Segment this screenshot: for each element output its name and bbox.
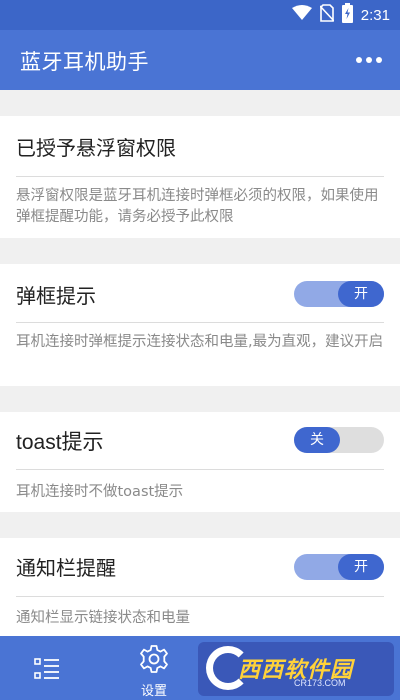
wifi-icon [291,5,312,25]
status-bar: 2:31 [0,0,400,30]
notification-reminder-card: 通知栏提醒 开 通知栏显示链接状态和电量 [0,538,400,636]
more-options-button[interactable] [354,48,384,72]
battery-charging-icon [341,3,353,27]
toast-prompt-card: toast提示 关 耳机连接时不做toast提示 [0,412,400,512]
popup-prompt-card: 弹框提示 开 耳机连接时弹框提示连接状态和电量,最为直观，建议开启 [0,264,400,386]
bottom-nav: 设置 西西软件园 CR173.COM [0,636,400,700]
popup-prompt-description: 耳机连接时弹框提示连接状态和电量,最为直观，建议开启 [16,334,384,350]
nav-settings-button[interactable]: 设置 [134,644,174,699]
popup-prompt-title: 弹框提示 [16,284,96,308]
notification-reminder-title: 通知栏提醒 [16,556,116,580]
overlay-permission-description: 悬浮窗权限是蓝牙耳机连接时弹框必须的权限，如果使用弹框提醒功能，请务必授予此权限 [16,188,379,225]
watermark-subtext: CR173.COM [294,678,346,688]
notification-reminder-description: 通知栏显示链接状态和电量 [16,610,190,626]
status-icons: 2:31 [291,3,390,27]
notification-reminder-toggle[interactable]: 开 [294,554,384,580]
popup-prompt-toggle[interactable]: 开 [294,281,384,307]
nav-list-button[interactable] [34,658,60,684]
no-sim-icon [319,4,335,26]
toggle-knob: 关 [294,427,340,453]
toast-prompt-title: toast提示 [16,431,104,454]
status-time: 2:31 [360,6,390,24]
divider [16,322,384,323]
settings-list[interactable]: 已授予悬浮窗权限 悬浮窗权限是蓝牙耳机连接时弹框必须的权限，如果使用弹框提醒功能… [0,90,400,636]
list-icon [34,658,60,684]
toast-prompt-description: 耳机连接时不做toast提示 [16,484,184,500]
app-bar: 蓝牙耳机助手 [0,30,400,90]
overlay-permission-title: 已授予悬浮窗权限 [16,136,176,160]
divider [16,596,384,597]
divider [16,176,384,177]
overlay-permission-card[interactable]: 已授予悬浮窗权限 悬浮窗权限是蓝牙耳机连接时弹框必须的权限，如果使用弹框提醒功能… [0,116,400,238]
divider [16,469,384,470]
toggle-knob: 开 [338,281,384,307]
toggle-knob: 开 [338,554,384,580]
toast-prompt-toggle[interactable]: 关 [294,427,384,453]
more-horizontal-icon [356,57,362,63]
gear-icon [139,644,169,678]
watermark-logo: 西西软件园 CR173.COM [198,642,394,696]
nav-settings-label: 设置 [140,684,167,699]
app-title: 蓝牙耳机助手 [20,50,149,74]
